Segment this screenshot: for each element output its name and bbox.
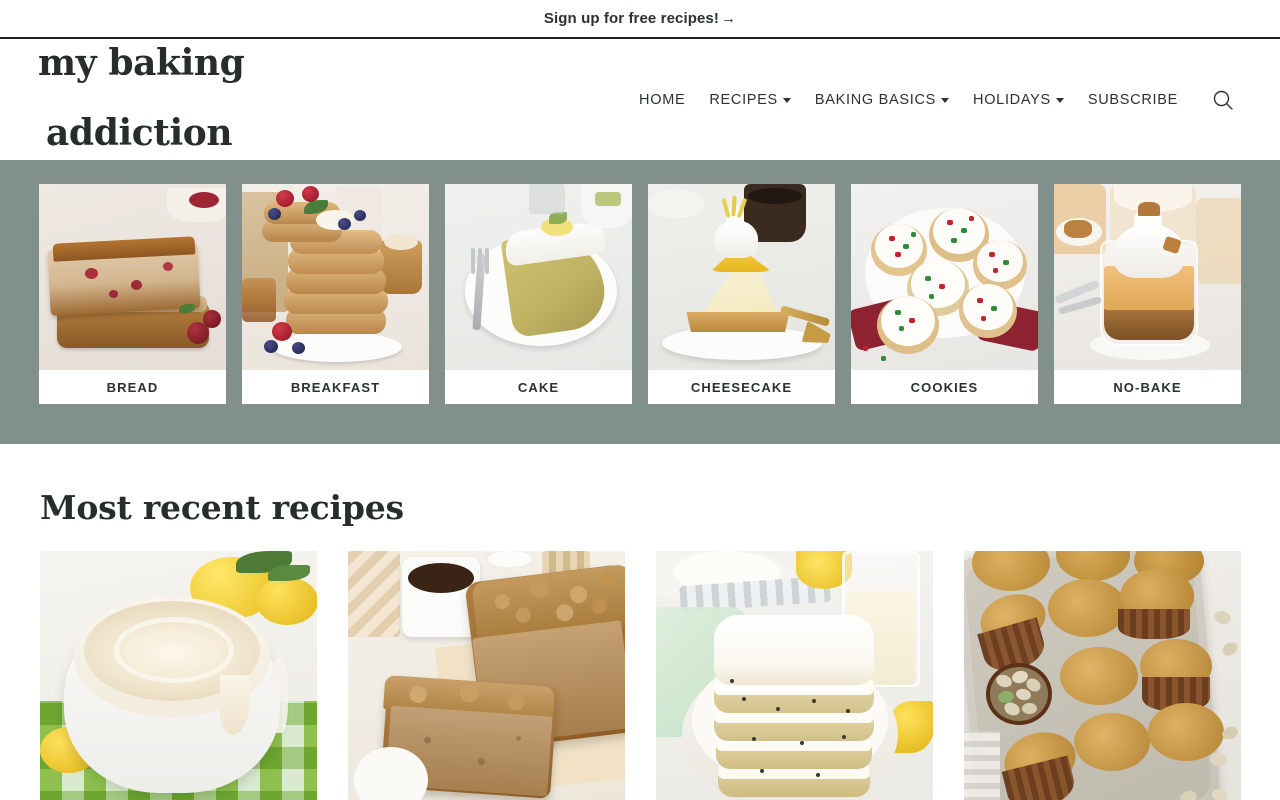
chevron-down-icon	[782, 98, 791, 103]
category-image-nobake	[1054, 184, 1241, 370]
category-label-cake: CAKE	[445, 370, 632, 404]
main-navigation: HOME RECIPES BAKING BASICS HOLIDAYS SUBS…	[627, 83, 1240, 117]
recipe-image-1	[40, 551, 317, 800]
category-label-nobake: NO-BAKE	[1054, 370, 1241, 404]
nav-item-subscribe[interactable]: SUBSCRIBE	[1076, 86, 1190, 114]
logo-line-1: my baking	[38, 42, 245, 85]
nav-item-recipes[interactable]: RECIPES	[697, 86, 803, 114]
category-card-breakfast[interactable]: BREAKFAST	[242, 184, 429, 404]
category-strip: BREAD BREAKFAST CAKE CHEESECAKE COOKIES …	[0, 160, 1280, 444]
category-card-cookies[interactable]: COOKIES	[851, 184, 1038, 404]
recipe-card-3[interactable]	[656, 551, 933, 800]
announcement-signup-link[interactable]: Sign up for free recipes! →	[544, 10, 736, 27]
recipe-card-4[interactable]	[964, 551, 1241, 800]
category-card-nobake[interactable]: NO-BAKE	[1054, 184, 1241, 404]
category-card-cheesecake[interactable]: CHEESECAKE	[648, 184, 835, 404]
page-title: Most recent recipes	[40, 488, 404, 527]
announcement-text: Sign up for free recipes!	[543, 10, 719, 27]
recipe-image-2	[348, 551, 625, 800]
arrow-right-icon: →	[720, 10, 737, 27]
nav-label-subscribe: SUBSCRIBE	[1087, 91, 1178, 108]
category-card-bread[interactable]: BREAD	[39, 184, 226, 404]
category-image-cake	[445, 184, 632, 370]
nav-item-holidays[interactable]: HOLIDAYS	[961, 86, 1076, 114]
category-image-bread	[39, 184, 226, 370]
nav-label-recipes: RECIPES	[709, 91, 778, 108]
nav-label-home: HOME	[639, 91, 686, 108]
recipe-grid	[40, 551, 1241, 800]
recipe-image-4	[964, 551, 1241, 800]
search-icon	[1213, 90, 1233, 110]
chevron-down-icon	[1055, 98, 1064, 103]
chevron-down-icon	[941, 98, 950, 103]
nav-item-baking-basics[interactable]: BAKING BASICS	[803, 86, 961, 114]
logo-line-2: addiction	[46, 111, 233, 154]
category-label-cookies: COOKIES	[851, 370, 1038, 404]
nav-label-baking-basics: BAKING BASICS	[814, 91, 937, 108]
category-label-bread: BREAD	[39, 370, 226, 404]
category-image-breakfast	[242, 184, 429, 370]
category-image-cookies	[851, 184, 1038, 370]
category-card-cake[interactable]: CAKE	[445, 184, 632, 404]
category-image-cheesecake	[648, 184, 835, 370]
recipe-image-3	[656, 551, 933, 800]
recipe-card-1[interactable]	[40, 551, 317, 800]
nav-item-home[interactable]: HOME	[627, 86, 697, 114]
recipe-card-2[interactable]	[348, 551, 625, 800]
nav-label-holidays: HOLIDAYS	[973, 91, 1051, 108]
category-label-cheesecake: CHEESECAKE	[648, 370, 835, 404]
site-logo[interactable]: my baking addiction	[38, 11, 245, 186]
site-header: my baking addiction HOME RECIPES BAKING …	[0, 39, 1280, 160]
search-button[interactable]	[1206, 83, 1240, 117]
category-label-breakfast: BREAKFAST	[242, 370, 429, 404]
recent-recipes-section: Most recent recipes	[0, 488, 1280, 800]
